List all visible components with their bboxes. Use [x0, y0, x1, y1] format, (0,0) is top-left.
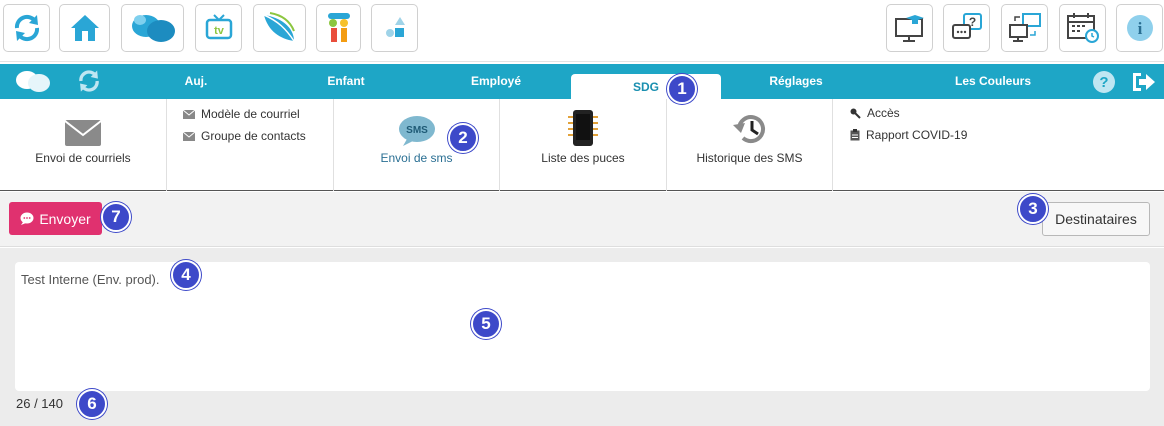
calendar-button[interactable] — [1059, 4, 1106, 52]
email-template-link[interactable]: Modèle de courriel — [183, 103, 333, 125]
top-toolbar: tv ? i — [0, 0, 1164, 62]
sms-history-label: Historique des SMS — [696, 151, 803, 165]
email-links-cell: Modèle de courriel Groupe de contacts — [167, 99, 334, 191]
sms-history-item[interactable]: Historique des SMS — [667, 99, 833, 191]
tab-auj[interactable]: Auj. — [166, 74, 226, 88]
contact-group-link[interactable]: Groupe de contacts — [183, 125, 333, 147]
shapes-icon — [385, 17, 405, 37]
training-icon — [894, 15, 924, 42]
logout-button[interactable] — [1131, 70, 1157, 97]
right-links-cell: Accès Rapport COVID-19 — [833, 99, 1164, 191]
recipients-button[interactable]: Destinataires — [1042, 202, 1150, 236]
chat-bubble-icon — [20, 212, 34, 225]
tv-icon: tv — [205, 14, 232, 40]
children-icon — [327, 13, 350, 42]
butterfly-button[interactable] — [121, 4, 184, 52]
shapes-button[interactable] — [371, 4, 418, 52]
tab-reglages[interactable]: Réglages — [756, 74, 836, 88]
logo-button[interactable] — [14, 68, 52, 97]
svg-text:SMS: SMS — [406, 125, 428, 136]
butterfly-icon — [131, 15, 175, 42]
annotation-badge-7: 7 — [101, 202, 131, 232]
annotation-badge-1: 1 — [667, 74, 697, 104]
clipboard-icon — [850, 129, 860, 141]
small-envelope-icon — [183, 109, 195, 119]
character-counter: 26 / 140 — [16, 396, 63, 411]
svg-text:?: ? — [1099, 74, 1108, 91]
refresh-icon — [14, 14, 39, 42]
nav-refresh-icon — [79, 70, 99, 92]
sync-screens-icon — [1008, 13, 1041, 42]
logout-icon — [1133, 73, 1155, 91]
envelope-icon — [64, 120, 102, 146]
action-bar: Envoyer Destinataires — [0, 192, 1164, 247]
children-button[interactable] — [316, 4, 361, 52]
home-button[interactable] — [59, 4, 110, 52]
send-button[interactable]: Envoyer — [9, 202, 102, 235]
chips-list-item[interactable]: Liste des puces — [500, 99, 667, 191]
info-button[interactable]: i — [1116, 4, 1163, 52]
nav-refresh-button[interactable] — [76, 68, 102, 97]
annotation-badge-2: 2 — [448, 123, 478, 153]
annotation-badge-4: 4 — [171, 260, 201, 290]
annotation-badge-3: 3 — [1018, 194, 1048, 224]
email-send-item[interactable]: Envoi de courriels — [0, 99, 167, 191]
refresh-button[interactable] — [3, 4, 50, 52]
chip-phone-icon — [568, 110, 598, 146]
sms-send-label: Envoi de sms — [380, 151, 453, 165]
tab-les-couleurs[interactable]: Les Couleurs — [943, 74, 1043, 88]
tab-sdg[interactable]: SDG — [571, 74, 721, 99]
access-link[interactable]: Accès — [850, 102, 1164, 124]
butterfly-logo-icon — [16, 71, 50, 92]
svg-text:i: i — [1137, 19, 1142, 38]
calendar-clock-icon — [1066, 13, 1099, 43]
annotation-badge-6: 6 — [77, 389, 107, 419]
annotation-badge-5: 5 — [471, 309, 501, 339]
chips-list-label: Liste des puces — [541, 151, 625, 165]
leaf-button[interactable] — [253, 4, 306, 52]
history-icon — [732, 115, 765, 144]
home-icon — [70, 15, 99, 41]
training-button[interactable] — [886, 4, 933, 52]
help-chat-button[interactable]: ? — [943, 4, 990, 52]
help-icon: ? — [1093, 71, 1115, 93]
tv-button[interactable]: tv — [195, 4, 242, 52]
nav-help-button[interactable]: ? — [1092, 70, 1116, 97]
info-icon: i — [1126, 15, 1153, 41]
tab-enfant[interactable]: Enfant — [316, 74, 376, 88]
leaf-icon — [263, 12, 295, 42]
key-icon — [850, 108, 861, 119]
sync-screens-button[interactable] — [1001, 4, 1048, 52]
sdg-submenu: Envoi de courriels Modèle de courriel Gr… — [0, 99, 1164, 191]
covid-report-link[interactable]: Rapport COVID-19 — [850, 124, 1164, 146]
main-navbar: Auj. Enfant Employé SDG Réglages Les Cou… — [0, 64, 1164, 99]
svg-text:tv: tv — [214, 25, 225, 37]
help-chat-icon: ? — [951, 13, 982, 39]
tab-employe[interactable]: Employé — [466, 74, 526, 88]
sms-bubble-icon: SMS — [398, 116, 435, 146]
email-send-label: Envoi de courriels — [35, 151, 131, 165]
small-envelope-icon — [183, 131, 195, 141]
